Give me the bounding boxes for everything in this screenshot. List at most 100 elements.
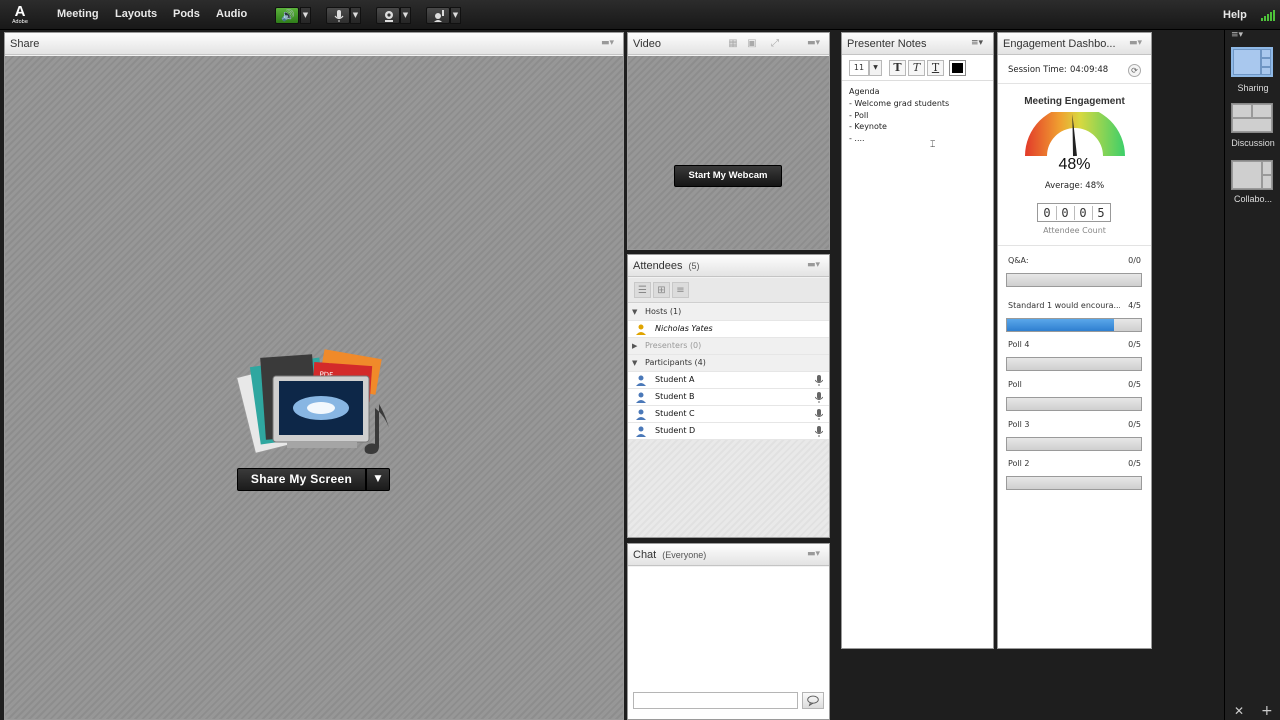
microphone-icon	[815, 392, 823, 403]
attendee-host[interactable]: Nicholas Yates	[628, 321, 829, 338]
attendees-pod-header: Attendees (5) ▬▾	[628, 255, 829, 277]
rail-menu-icon[interactable]: ≡▾	[1231, 30, 1243, 40]
italic-button[interactable]: T	[908, 60, 925, 76]
menu-audio[interactable]: Audio	[216, 8, 247, 20]
microphone-icon	[815, 409, 823, 420]
layout-sharing-label[interactable]: Sharing	[1225, 83, 1280, 93]
attendees-pod-title: Attendees (5)	[633, 260, 700, 272]
poll-label: Poll 2	[1008, 459, 1030, 468]
engagement-dashboard-pod: Engagement Dashbo... ▬▾ Session Time: 04…	[997, 32, 1152, 649]
engagement-pod-menu-icon[interactable]: ▬▾	[1129, 38, 1143, 48]
poll-bar-fill	[1007, 319, 1115, 331]
fullscreen-icon[interactable]: ⤢	[767, 38, 783, 50]
attendee-row[interactable]: Student D	[628, 423, 829, 440]
camera-dropdown[interactable]: ▼	[400, 7, 411, 24]
add-layout-icon[interactable]: +	[1261, 703, 1273, 719]
layout-discussion-label[interactable]: Discussion	[1225, 138, 1280, 148]
notes-pod-menu-icon[interactable]: ≡▾	[971, 38, 985, 48]
chat-title-text: Chat	[633, 549, 657, 561]
person-icon	[636, 409, 646, 420]
font-size-select[interactable]: 11	[849, 60, 869, 76]
layouts-rail: ≡▾ Sharing Discussion Collabo... ✕ +	[1224, 30, 1280, 720]
poll-bar[interactable]	[1006, 437, 1142, 451]
font-size-dropdown[interactable]: ▼	[869, 60, 882, 76]
start-webcam-button[interactable]: Start My Webcam	[674, 165, 782, 187]
poll-bar[interactable]	[1006, 357, 1142, 371]
chat-send-button[interactable]	[802, 692, 824, 709]
chat-input[interactable]	[633, 692, 798, 709]
close-rail-icon[interactable]: ✕	[1234, 704, 1244, 718]
attendees-pod-menu-icon[interactable]: ▬▾	[807, 260, 821, 270]
notes-line: - ....	[849, 134, 865, 144]
camera-button[interactable]	[376, 7, 400, 24]
presenters-group[interactable]: ▶ Presenters (0)	[628, 338, 829, 355]
layout-collaboration-label[interactable]: Collabo...	[1225, 194, 1280, 204]
microphone-button[interactable]	[326, 7, 350, 24]
attendee-name: Student A	[655, 375, 695, 384]
poll-bar[interactable]	[1006, 318, 1142, 332]
engagement-gauge	[1025, 112, 1125, 157]
text-color-picker[interactable]	[949, 60, 966, 76]
speaker-dropdown[interactable]: ▼	[300, 7, 311, 24]
counter-digit: 0	[1043, 206, 1051, 220]
bold-button[interactable]: T	[889, 60, 906, 76]
notes-editor[interactable]: Agenda - Welcome grad students - Poll - …	[849, 86, 988, 145]
menu-meeting[interactable]: Meeting	[57, 8, 99, 20]
microphone-icon	[334, 10, 344, 22]
share-my-screen-button[interactable]: Share My Screen	[237, 468, 366, 491]
status-view-icon[interactable]: ≡	[672, 282, 689, 298]
counter-digit: 5	[1097, 206, 1105, 220]
presenters-group-label: Presenters (0)	[645, 341, 702, 350]
share-pod-menu-icon[interactable]: ▬▾	[601, 38, 615, 48]
chat-pod-menu-icon[interactable]: ▬▾	[807, 549, 821, 559]
filmstrip-view-icon[interactable]: ▣	[744, 38, 760, 50]
hosts-group[interactable]: ▼ Hosts (1)	[628, 304, 829, 321]
speaker-button[interactable]: 🔊	[275, 7, 299, 24]
layout-collaboration-icon	[1233, 162, 1271, 188]
help-link[interactable]: Help	[1223, 9, 1247, 21]
poll-count: 0/5	[1128, 420, 1141, 429]
attendee-row[interactable]: Student B	[628, 389, 829, 406]
poll-label: Poll	[1008, 380, 1022, 389]
microphone-icon	[815, 426, 823, 437]
refresh-icon[interactable]: ⟳	[1128, 64, 1141, 77]
attendee-row[interactable]: Student A	[628, 372, 829, 389]
menu-pods[interactable]: Pods	[173, 8, 200, 20]
counter-digit: 0	[1079, 206, 1087, 220]
participants-group-label: Participants (4)	[645, 358, 706, 367]
status-dropdown[interactable]: ▼	[450, 7, 461, 24]
breakout-view-icon[interactable]: ⊞	[653, 282, 670, 298]
list-view-icon[interactable]: ☰	[634, 282, 651, 298]
poll-bar[interactable]	[1006, 273, 1142, 287]
share-stage: PPT PDF Share My Screen ▼	[5, 56, 623, 719]
menu-layouts[interactable]: Layouts	[115, 8, 157, 20]
participants-group[interactable]: ▼ Participants (4)	[628, 355, 829, 372]
share-pod-title: Share	[10, 38, 40, 50]
layout-collaboration-thumb[interactable]	[1231, 160, 1273, 190]
connection-signal-icon	[1261, 10, 1275, 21]
counter-separator	[1092, 206, 1093, 220]
layout-discussion-thumb[interactable]	[1231, 103, 1273, 133]
microphone-icon	[815, 375, 823, 386]
video-pod-menu-icon[interactable]: ▬▾	[807, 38, 821, 48]
poll-bar[interactable]	[1006, 476, 1142, 490]
poll-count: 0/5	[1128, 459, 1141, 468]
chat-pod-header: Chat (Everyone) ▬▾	[628, 544, 829, 566]
chat-messages	[628, 567, 829, 719]
expand-triangle-icon: ▼	[632, 308, 638, 316]
engagement-pod-header: Engagement Dashbo... ▬▾	[998, 33, 1151, 55]
layout-discussion-icon	[1233, 105, 1271, 131]
attendees-title-text: Attendees	[633, 260, 683, 272]
video-pod-header: Video ▦ ▣ ⤢ ▬▾	[628, 33, 829, 55]
poll-bar[interactable]	[1006, 397, 1142, 411]
adobe-logo-mark: A	[14, 3, 26, 20]
microphone-dropdown[interactable]: ▼	[350, 7, 361, 24]
person-icon	[636, 392, 646, 403]
share-options-dropdown[interactable]: ▼	[366, 468, 390, 491]
grid-view-icon[interactable]: ▦	[725, 38, 741, 50]
attendee-row[interactable]: Student C	[628, 406, 829, 423]
raise-hand-button[interactable]	[426, 7, 450, 24]
underline-button[interactable]: T	[927, 60, 944, 76]
attendees-count: (5)	[688, 261, 700, 271]
layout-sharing-thumb[interactable]	[1231, 47, 1273, 77]
